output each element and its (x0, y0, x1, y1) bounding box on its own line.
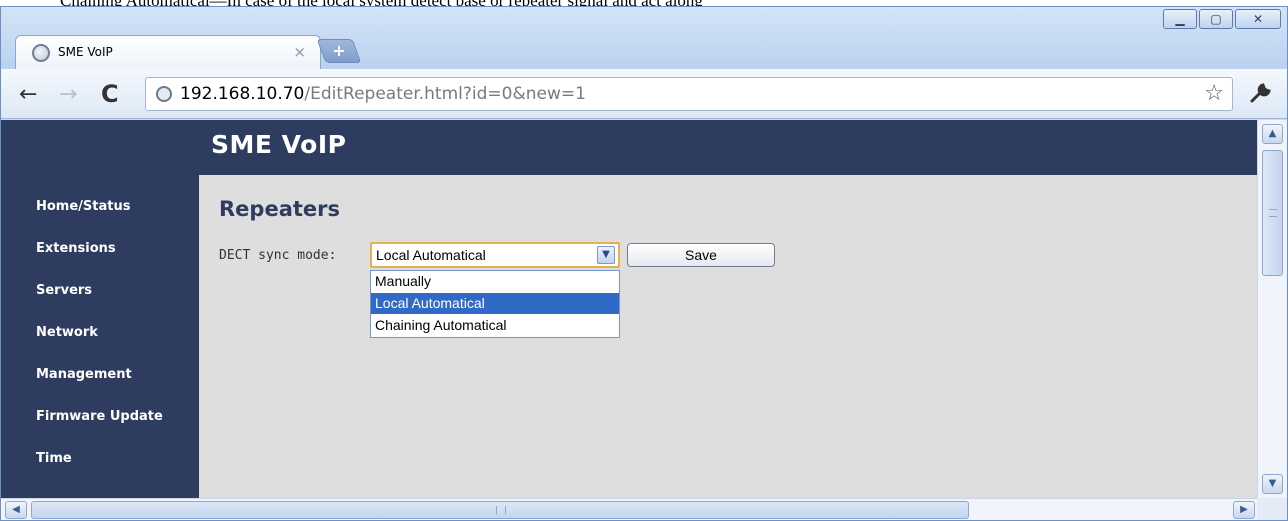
main-content: Repeaters DECT sync mode: Local Automati… (199, 175, 1257, 520)
vertical-scrollbar[interactable]: ▲ ▼ (1257, 120, 1287, 498)
forward-arrow-icon[interactable]: → (59, 82, 77, 107)
maximize-button[interactable]: ▢ (1199, 9, 1233, 29)
window-controls: ▁ ▢ ✕ (1163, 9, 1281, 29)
tab-sme-voip[interactable]: SME VoIP × (15, 35, 321, 69)
new-tab-button[interactable]: + (316, 39, 362, 63)
sync-mode-dropdown: Manually Local Automatical Chaining Auto… (370, 270, 620, 338)
globe-icon (156, 86, 172, 102)
wrench-icon[interactable] (1249, 81, 1273, 111)
grip-icon (1269, 209, 1277, 217)
sidebar-item-firmware-update[interactable]: Firmware Update (36, 409, 163, 424)
scrollbar-corner (1257, 498, 1287, 520)
url-path: /EditRepeater.html?id=0&new=1 (304, 84, 586, 104)
scroll-up-icon[interactable]: ▲ (1262, 124, 1283, 144)
url-host: 192.168.10.70 (180, 84, 305, 104)
page-title: Repeaters (219, 197, 340, 221)
sync-mode-label: DECT sync mode: (219, 248, 337, 263)
close-window-button[interactable]: ✕ (1235, 9, 1281, 29)
sync-mode-value: Local Automatical (376, 247, 486, 263)
reload-icon[interactable]: C (101, 80, 119, 108)
sidebar-item-extensions[interactable]: Extensions (36, 241, 116, 256)
browser-window: ▁ ▢ ✕ SME VoIP × + ← → C 192.168.10.70/E… (0, 6, 1288, 521)
horizontal-scroll-thumb[interactable] (31, 501, 969, 519)
wrench-icon-svg (1250, 83, 1271, 103)
star-icon[interactable]: ☆ (1204, 81, 1224, 106)
option-chaining-automatical[interactable]: Chaining Automatical (371, 315, 619, 336)
sync-mode-select[interactable]: Local Automatical ▼ (370, 242, 620, 268)
vertical-scroll-thumb[interactable] (1262, 150, 1283, 276)
sidebar-item-management[interactable]: Management (36, 367, 132, 382)
title-bar: ▁ ▢ ✕ SME VoIP × + (1, 7, 1287, 73)
url-text: 192.168.10.70/EditRepeater.html?id=0&new… (180, 84, 586, 104)
grip-icon (496, 506, 506, 514)
sidebar-item-network[interactable]: Network (36, 325, 98, 340)
sidebar-item-time[interactable]: Time (36, 451, 72, 466)
scroll-right-icon[interactable]: ▶ (1233, 501, 1255, 519)
tab-close-icon[interactable]: × (293, 43, 306, 61)
globe-icon (32, 44, 50, 62)
chevron-down-icon[interactable]: ▼ (597, 246, 615, 264)
address-bar[interactable]: 192.168.10.70/EditRepeater.html?id=0&new… (145, 77, 1233, 111)
sidebar-item-home-status[interactable]: Home/Status (36, 199, 130, 214)
scroll-down-icon[interactable]: ▼ (1262, 474, 1283, 494)
option-manually[interactable]: Manually (371, 271, 619, 292)
site-header: SME VoIP (1, 120, 1257, 175)
browser-toolbar: ← → C 192.168.10.70/EditRepeater.html?id… (1, 69, 1287, 119)
back-arrow-icon[interactable]: ← (19, 82, 37, 107)
page-viewport: SME VoIP Home/Status Extensions Servers … (1, 120, 1287, 520)
option-local-automatical[interactable]: Local Automatical (371, 293, 619, 314)
sidebar-item-servers[interactable]: Servers (36, 283, 92, 298)
horizontal-scrollbar[interactable]: ◀ ▶ (1, 498, 1257, 520)
minimize-button[interactable]: ▁ (1163, 9, 1197, 29)
save-button[interactable]: Save (627, 243, 775, 267)
scroll-left-icon[interactable]: ◀ (5, 501, 27, 519)
tab-title: SME VoIP (58, 45, 113, 59)
sidebar: Home/Status Extensions Servers Network M… (1, 175, 199, 520)
plus-icon: + (332, 41, 346, 60)
site-title: SME VoIP (211, 130, 347, 159)
